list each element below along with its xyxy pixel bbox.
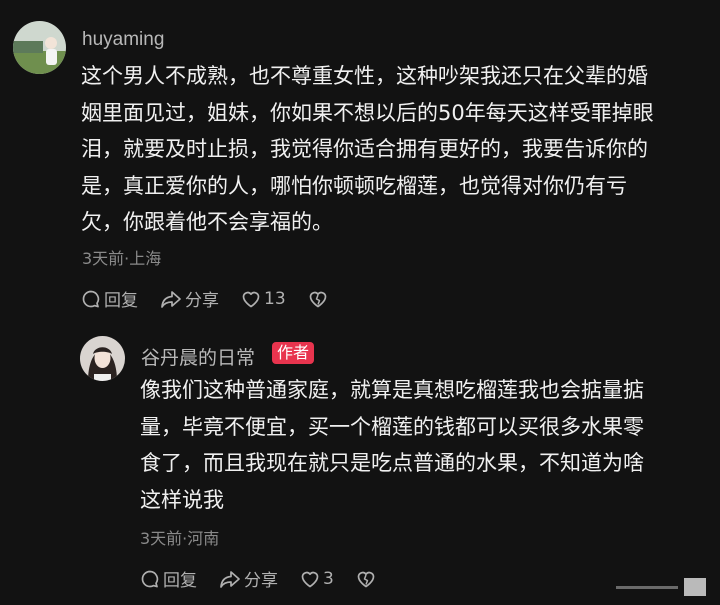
comment-actions: 回复 分享 13 bbox=[81, 286, 331, 311]
like-button[interactable]: 13 bbox=[241, 289, 286, 309]
reply-icon bbox=[82, 290, 100, 307]
reply-label: 回复 bbox=[163, 571, 197, 591]
comment-text-line: 量，毕竟不便宜，买一个榴莲的钱都可以买很多水果零 bbox=[140, 414, 644, 439]
heart-icon bbox=[301, 571, 319, 587]
author-badge: 作者 bbox=[272, 342, 315, 364]
like-count: 13 bbox=[264, 288, 286, 309]
dislike-button[interactable] bbox=[356, 570, 379, 588]
comment-meta: 3天前·河南 bbox=[140, 529, 220, 548]
comment-text-line: 这样说我 bbox=[140, 487, 224, 512]
comment-item: huyaming 这个男人不成熟，也不尊重女性，这种吵架我还只在父辈的婚 姻里面… bbox=[0, 0, 720, 330]
reply-button[interactable]: 回复 bbox=[140, 566, 197, 591]
comment-text-line: 这个男人不成熟，也不尊重女性，这种吵架我还只在父辈的婚 bbox=[81, 64, 648, 88]
broken-heart-icon bbox=[309, 291, 326, 307]
avatar[interactable] bbox=[13, 21, 66, 74]
username[interactable]: huyaming bbox=[82, 29, 164, 51]
dislike-button[interactable] bbox=[308, 290, 331, 308]
share-icon bbox=[220, 570, 240, 588]
like-count: 3 bbox=[323, 568, 334, 589]
share-button[interactable]: 分享 bbox=[219, 566, 278, 591]
reply-icon bbox=[141, 570, 159, 587]
share-label: 分享 bbox=[185, 291, 219, 311]
like-button[interactable]: 3 bbox=[300, 569, 334, 589]
watermark-line bbox=[616, 585, 678, 589]
comment-text: 像我们这种普通家庭，就算是真想吃榴莲我也会掂量掂 量，毕竟不便宜，买一个榴莲的钱… bbox=[140, 372, 644, 518]
comment-meta: 3天前·上海 bbox=[82, 249, 162, 268]
avatar[interactable] bbox=[80, 336, 125, 381]
broken-heart-icon bbox=[357, 571, 375, 587]
reply-button[interactable]: 回复 bbox=[81, 286, 138, 311]
watermark-block bbox=[684, 578, 706, 596]
comment-text: 这个男人不成熟，也不尊重女性，这种吵架我还只在父辈的婚 姻里面见过，姐妹，你如果… bbox=[81, 58, 654, 241]
comment-text-line: 姻里面见过，姐妹，你如果不想以后的50年每天这样受罪掉眼 bbox=[81, 100, 654, 125]
comment-text-line: 泪，就要及时止损，我觉得你适合拥有更好的，我要告诉你的 bbox=[81, 137, 648, 161]
comment-text-line: 食了，而且我现在就只是吃点普通的水果，不知道为啥 bbox=[140, 451, 644, 475]
username[interactable]: 谷丹晨的日常 bbox=[141, 343, 255, 370]
reply-item: 谷丹晨的日常 作者 像我们这种普通家庭，就算是真想吃榴莲我也会掂量掂 量，毕竟不… bbox=[0, 330, 720, 605]
share-label: 分享 bbox=[244, 571, 278, 591]
comment-text-line: 是，真正爱你的人，哪怕你顿顿吃榴莲，也觉得对你仍有亏 bbox=[81, 173, 627, 198]
comment-text-line: 欠，你跟着他不会享福的。 bbox=[81, 210, 333, 234]
watermark bbox=[616, 577, 706, 597]
share-button[interactable]: 分享 bbox=[160, 286, 219, 311]
reply-label: 回复 bbox=[104, 291, 138, 311]
share-icon bbox=[161, 290, 181, 308]
heart-icon bbox=[242, 291, 260, 307]
comment-actions: 回复 分享 3 bbox=[140, 566, 379, 591]
comment-text-line: 像我们这种普通家庭，就算是真想吃榴莲我也会掂量掂 bbox=[140, 378, 644, 402]
